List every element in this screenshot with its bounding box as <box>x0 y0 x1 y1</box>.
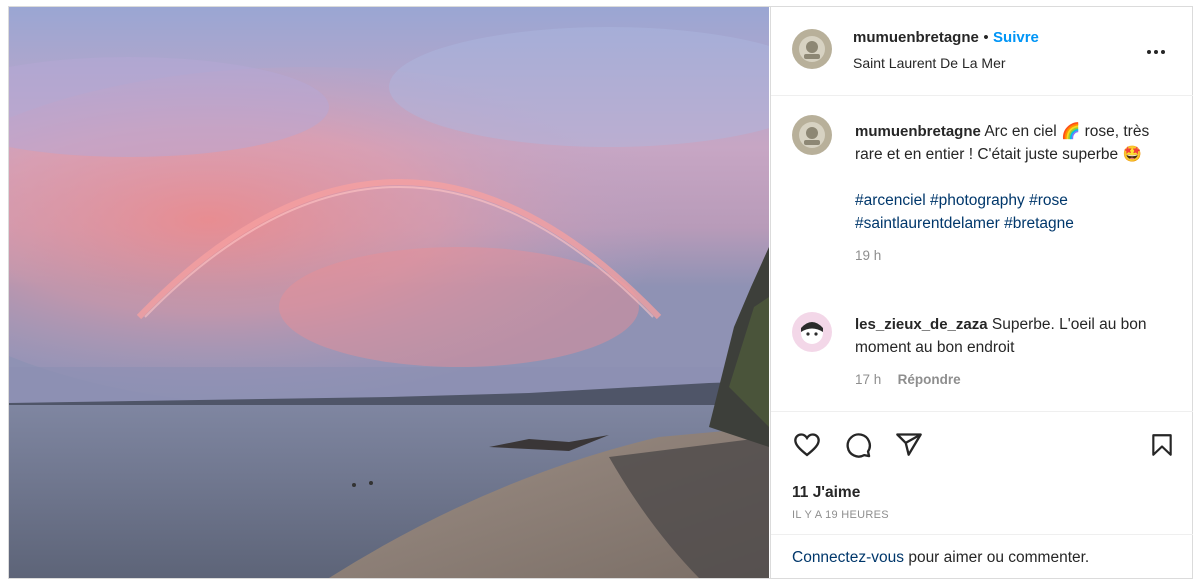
heart-icon[interactable] <box>792 431 822 459</box>
rainbow-beach-photo <box>9 7 769 578</box>
author-username[interactable]: mumuenbretagne <box>853 29 979 46</box>
comment-meta: 17 h Répondre <box>855 368 1175 391</box>
hashtag-link[interactable]: #saintlaurentdelamer <box>855 215 1000 232</box>
reply-button[interactable]: Répondre <box>898 372 961 387</box>
hashtag-link[interactable]: #arcenciel <box>855 192 926 209</box>
comment-timestamp[interactable]: 17 h <box>855 372 881 387</box>
post-location[interactable]: Saint Laurent De La Mer <box>853 55 1006 71</box>
separator-dot: • <box>983 29 989 46</box>
caption-timestamp[interactable]: 19 h <box>855 244 1175 267</box>
actions-divider <box>771 411 1193 412</box>
post-photo[interactable] <box>9 7 769 578</box>
caption-username[interactable]: mumuenbretagne <box>855 123 981 140</box>
hashtag-link[interactable]: #rose <box>1029 192 1068 209</box>
avatar-image <box>792 29 832 69</box>
commenter-avatar[interactable] <box>792 312 832 352</box>
comment-icon[interactable] <box>843 431 873 459</box>
more-options-icon[interactable] <box>1147 41 1171 54</box>
likes-count[interactable]: 11 J'aime <box>792 484 860 502</box>
post-caption: mumuenbretagne Arc en ciel 🌈 rose, très … <box>855 120 1175 267</box>
login-link[interactable]: Connectez-vous <box>792 549 904 566</box>
post-header: mumuenbretagne • Suivre Saint Laurent De… <box>771 7 1193 96</box>
post-side-panel: mumuenbretagne • Suivre Saint Laurent De… <box>770 7 1193 578</box>
avatar-image <box>792 115 832 155</box>
hashtag-list: #arcenciel #photography #rose #saintlaur… <box>855 189 1175 235</box>
post-age[interactable]: IL Y A 19 HEURES <box>792 509 889 521</box>
comment-username[interactable]: les_zieux_de_zaza <box>855 316 988 333</box>
avatar-image <box>792 312 832 352</box>
follow-button[interactable]: Suivre <box>993 29 1039 46</box>
hashtag-link[interactable]: #bretagne <box>1004 215 1074 232</box>
author-avatar[interactable] <box>792 29 832 69</box>
bookmark-icon[interactable] <box>1149 431 1175 459</box>
caption-author-avatar[interactable] <box>792 115 832 155</box>
paper-plane-icon[interactable] <box>894 431 924 459</box>
hashtag-link[interactable]: #photography <box>930 192 1025 209</box>
login-divider <box>771 534 1193 535</box>
comment: les_zieux_de_zaza Superbe. L'oeil au bon… <box>855 313 1175 391</box>
login-prompt-text: pour aimer ou commenter. <box>904 549 1090 566</box>
login-prompt: Connectez-vous pour aimer ou commenter. <box>792 549 1089 567</box>
header-line: mumuenbretagne • Suivre <box>853 29 1039 47</box>
